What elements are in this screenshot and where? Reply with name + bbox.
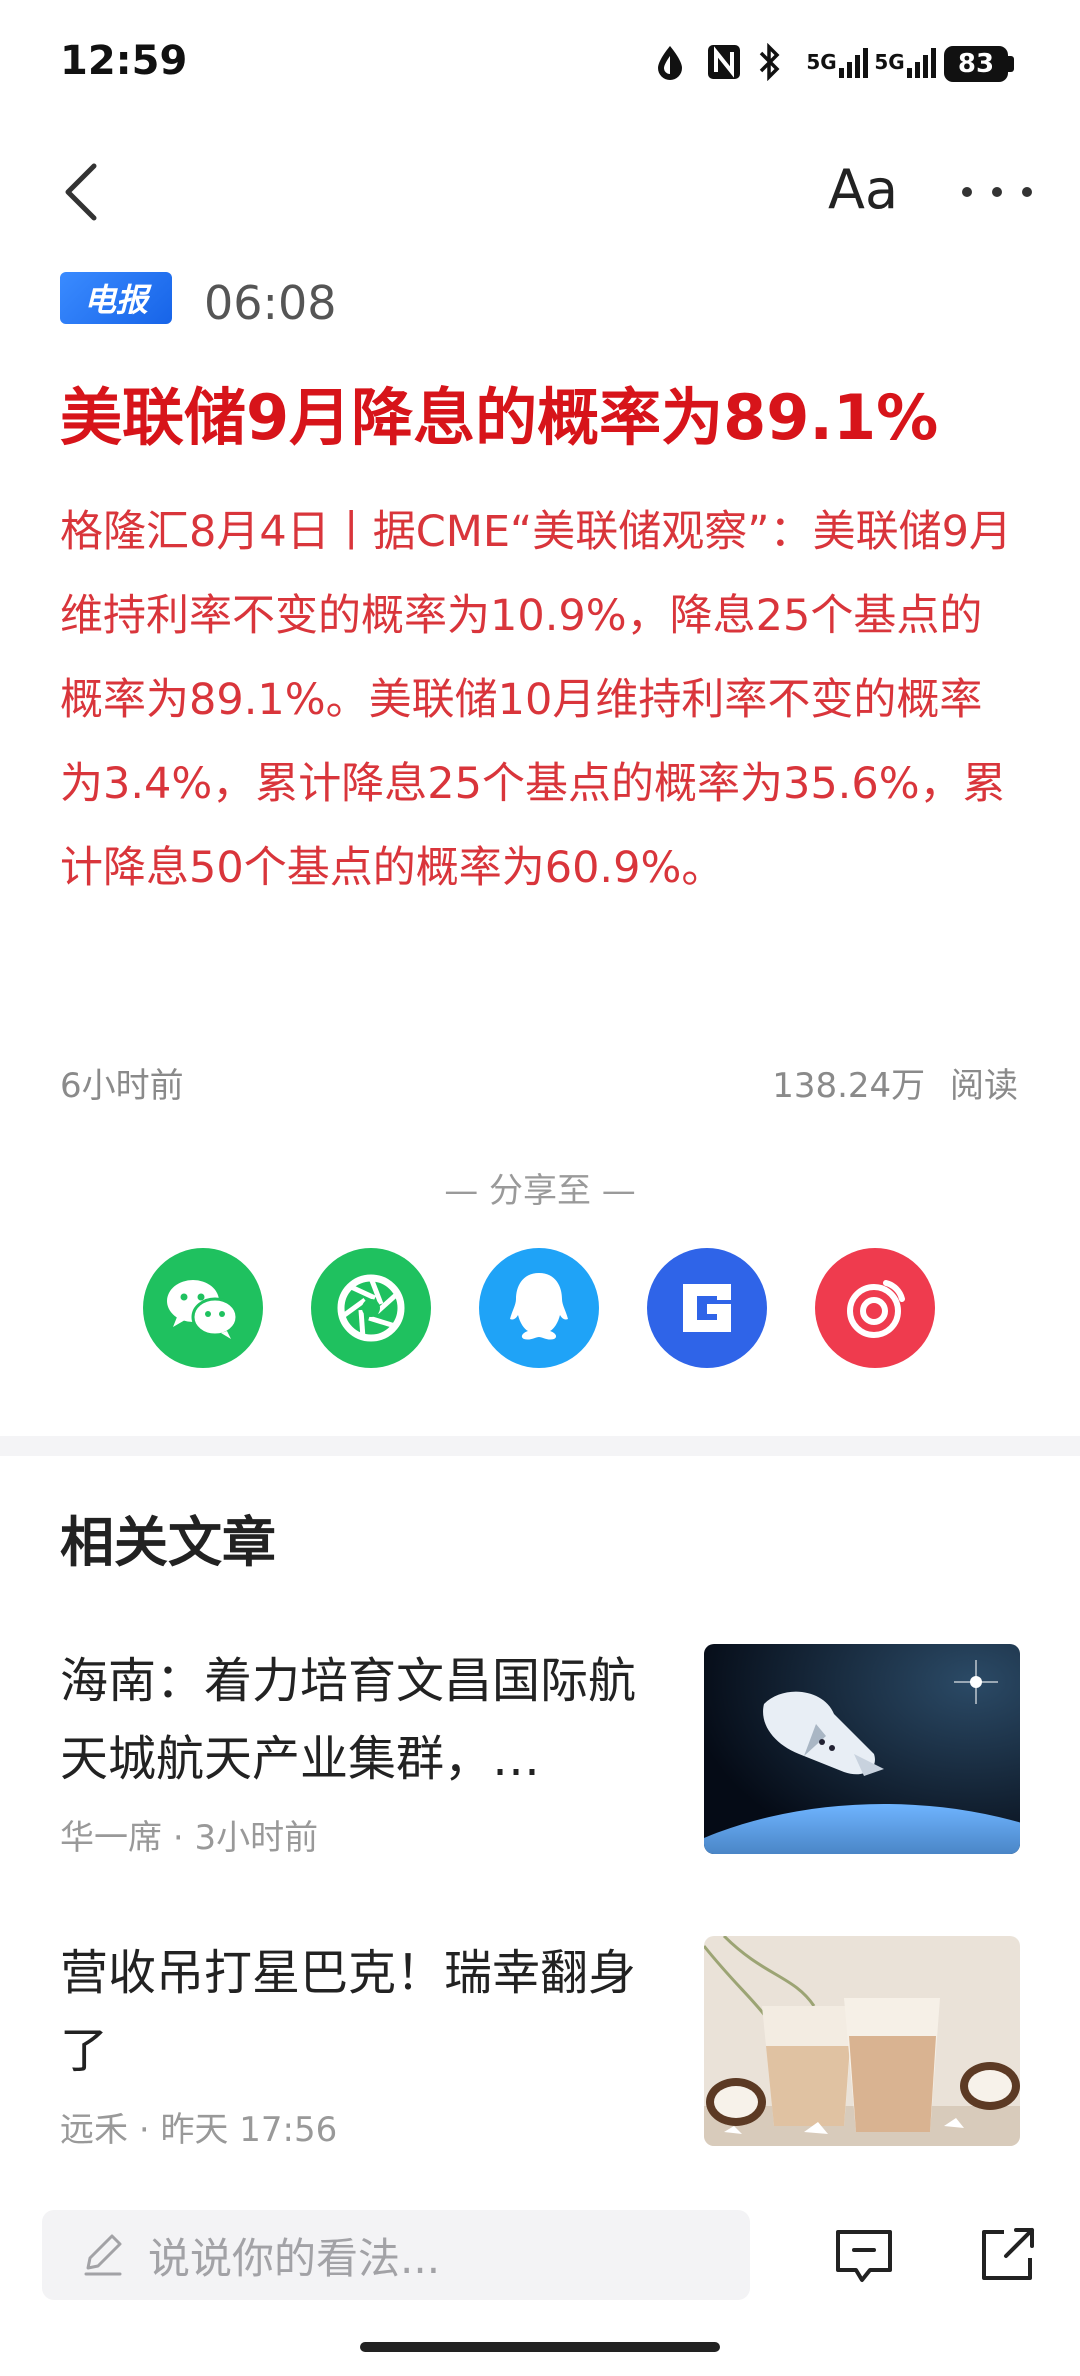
share-moments-button[interactable] <box>311 1248 431 1368</box>
related-article-time: 昨天 17:56 <box>160 2110 338 2150</box>
weibo-icon <box>847 1280 905 1338</box>
read-count: 138.24万 <box>772 1066 926 1106</box>
related-article-time: 3小时前 <box>194 1818 319 1858</box>
more-options-button[interactable] <box>962 170 1032 214</box>
dot-icon <box>962 187 972 197</box>
dot-icon <box>1022 187 1032 197</box>
font-size-button[interactable]: Aa <box>828 158 898 221</box>
article-headline: 美联储9月降息的概率为89.1% <box>60 381 939 454</box>
related-articles-title: 相关文章 <box>60 1511 276 1574</box>
status-time: 12:59 <box>60 38 188 84</box>
comment-input[interactable]: 说说你的看法... <box>42 2210 750 2300</box>
qq-icon <box>510 1273 568 1340</box>
related-article-item[interactable]: 营收吊打星巴克！瑞幸翻身了 远禾 · 昨天 17:56 <box>0 1912 1080 2152</box>
meta-separator: · <box>172 1818 195 1858</box>
related-article-source: 远禾 <box>60 2110 128 2150</box>
related-article-thumbnail <box>704 1644 1020 1854</box>
wechat-icon <box>167 1280 239 1339</box>
share-label: — 分享至 — <box>444 1171 636 1211</box>
bluetooth-icon <box>754 40 784 84</box>
data-saver-icon <box>652 40 688 84</box>
signal-5g-icon-1: 5G <box>806 40 868 84</box>
battery-tip <box>1008 56 1014 72</box>
moments-icon <box>337 1274 405 1342</box>
related-article-source: 华一席 <box>60 1818 162 1858</box>
article-body: 格隆汇8月4日丨据CME“美联储观察”：美联储9月维持利率不变的概率为10.9%… <box>60 507 1012 893</box>
chevron-left-icon <box>65 163 97 221</box>
comments-button[interactable] <box>832 2224 896 2288</box>
share-wechat-button[interactable] <box>143 1248 263 1368</box>
pencil-icon <box>84 2234 122 2276</box>
section-divider <box>0 1436 1080 1456</box>
telegraph-tag-badge: 电报 <box>60 272 172 324</box>
share-icon <box>982 2228 1034 2280</box>
share-qq-button[interactable] <box>479 1248 599 1368</box>
dot-icon <box>992 187 1002 197</box>
back-button[interactable] <box>54 160 118 224</box>
related-article-meta: 远禾 · 昨天 17:56 <box>60 2102 337 2151</box>
read-stats: 138.24万 阅读 <box>772 1058 1018 1107</box>
related-article-thumbnail <box>704 1936 1020 2146</box>
related-article-title: 营收吊打星巴克！瑞幸翻身了 <box>60 1945 637 2079</box>
read-label: 阅读 <box>950 1066 1018 1106</box>
related-article-item[interactable]: 海南：着力培育文昌国际航天城航天产业集群，… 华一席 · 3小时前 <box>0 1620 1080 1860</box>
related-article-meta: 华一席 · 3小时前 <box>60 1810 318 1859</box>
battery-indicator: 83 <box>944 46 1008 82</box>
signal-5g-icon-2: 5G <box>874 40 936 84</box>
time-ago: 6小时前 <box>60 1066 184 1106</box>
nfc-icon <box>706 40 742 84</box>
comment-icon <box>836 2230 892 2282</box>
publish-time: 06:08 <box>204 276 337 330</box>
comment-placeholder: 说说你的看法... <box>148 2233 441 2283</box>
share-button[interactable] <box>976 2222 1040 2286</box>
gelonghui-icon <box>683 1284 731 1332</box>
share-weibo-button[interactable] <box>815 1248 935 1368</box>
home-indicator[interactable] <box>360 2342 720 2352</box>
related-article-title: 海南：着力培育文昌国际航天城航天产业集群，… <box>60 1653 637 1787</box>
meta-separator: · <box>138 2110 161 2150</box>
share-gelonghui-button[interactable] <box>647 1248 767 1368</box>
